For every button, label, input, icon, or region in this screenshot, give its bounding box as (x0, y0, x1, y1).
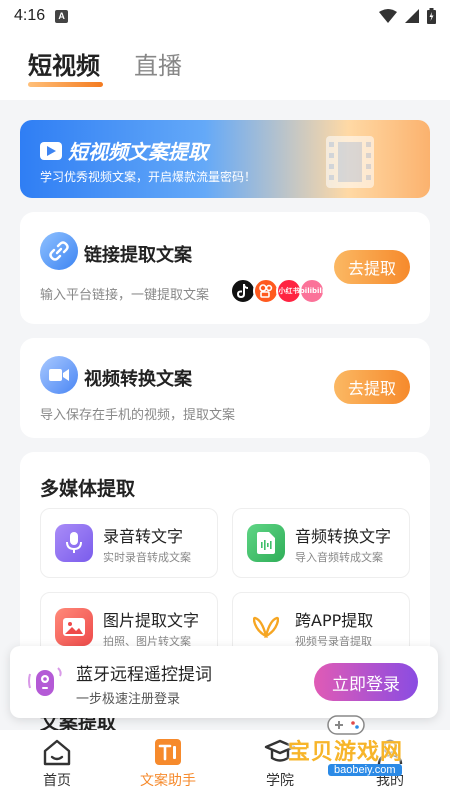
home-icon (43, 739, 71, 766)
multimedia-title: 多媒体提取 (40, 478, 136, 500)
short-video-extract-banner[interactable]: 短视频文案提取 学习优秀视频文案，开启爆款流量密码！ (20, 120, 430, 198)
tab-live[interactable]: 直播 (134, 46, 182, 81)
active-tab-indicator (28, 82, 103, 87)
link-extract-button[interactable]: 去提取 (334, 250, 410, 284)
top-tab-bar: 短视频 直播 (0, 32, 450, 100)
tool-sub: 实时录音转成文案 (103, 551, 191, 564)
tool-title: 跨APP提取 (295, 611, 374, 630)
video-convert-card[interactable]: 视频转换文案 导入保存在手机的视频，提取文案 去提取 (20, 338, 430, 438)
banner-title: 短视频文案提取 (68, 140, 208, 164)
notification-a-icon: A (55, 9, 69, 23)
text-assistant-icon (155, 739, 181, 765)
status-bar: 4:16 A (0, 0, 450, 32)
multimedia-extract-section: 多媒体提取 录音转文字 实时录音转成文案 音频转换文字 导入音频转成文案 图片提… (20, 452, 430, 672)
tool-sub: 导入音频转成文案 (295, 551, 383, 564)
video-extract-button[interactable]: 去提取 (334, 370, 410, 404)
link-extract-card[interactable]: 链接提取文案 输入平台链接，一键提取文案 小红书 bilibili 去提取 (20, 212, 430, 324)
link-icon (40, 232, 78, 270)
image-icon (55, 608, 93, 646)
play-icon (40, 141, 62, 160)
status-time: 4:16 (14, 7, 46, 24)
tab-short-video[interactable]: 短视频 (28, 46, 100, 81)
login-prompt-banner: 蓝牙远程遥控提词 一步极速注册登录 立即登录 (10, 646, 438, 718)
video-convert-desc: 导入保存在手机的视频，提取文案 (40, 408, 236, 423)
bilibili-icon: bilibili (299, 278, 325, 304)
login-prompt-sub: 一步极速注册登录 (76, 692, 181, 707)
audio-file-icon (247, 524, 285, 562)
platform-logos: 小红书 bilibili (230, 278, 325, 304)
wifi-icon (379, 9, 397, 23)
butterfly-icon (247, 608, 285, 646)
link-extract-desc: 输入平台链接，一键提取文案 (40, 288, 210, 303)
nav-home[interactable]: 首页 (17, 738, 97, 790)
watermark-url: baobeiy.com (328, 764, 402, 776)
watermark-text: 宝贝游戏网 (288, 740, 404, 765)
nav-text-assistant[interactable]: 文案助手 (128, 738, 208, 790)
microphone-icon (55, 524, 93, 562)
tool-record-to-text[interactable]: 录音转文字 实时录音转成文案 (40, 508, 218, 578)
watermark: 宝贝游戏网 baobeiy.com (280, 712, 430, 782)
nav-label: 文案助手 (140, 773, 196, 789)
video-convert-title: 视频转换文案 (84, 369, 192, 390)
battery-icon (427, 8, 436, 24)
tool-title: 音频转换文字 (295, 527, 392, 546)
film-strip-icon (326, 136, 374, 188)
video-camera-icon (40, 356, 78, 394)
link-extract-title: 链接提取文案 (84, 245, 192, 266)
login-prompt-title: 蓝牙远程遥控提词 (76, 665, 212, 685)
nav-label: 首页 (43, 773, 71, 789)
tool-audio-to-text[interactable]: 音频转换文字 导入音频转成文案 (232, 508, 410, 578)
bluetooth-remote-icon (28, 667, 62, 696)
tool-title: 录音转文字 (103, 527, 184, 546)
signal-icon (405, 9, 419, 23)
banner-subtitle: 学习优秀视频文案，开启爆款流量密码！ (40, 170, 257, 184)
tool-title: 图片提取文字 (103, 611, 200, 630)
login-button[interactable]: 立即登录 (314, 663, 418, 701)
